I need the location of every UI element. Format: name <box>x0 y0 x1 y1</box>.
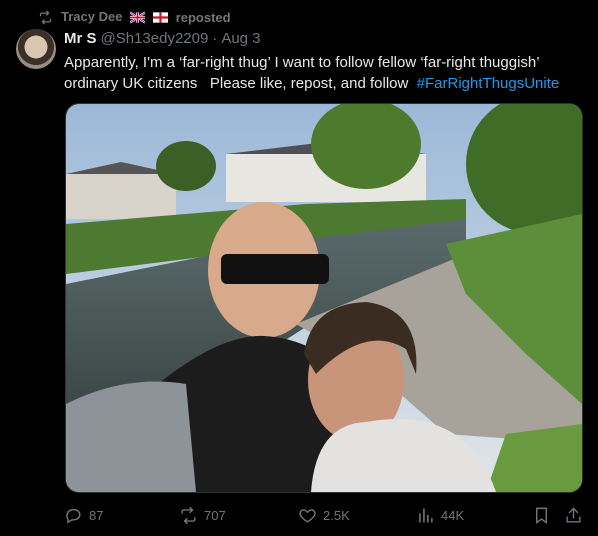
view-count: 44K <box>441 507 465 523</box>
share-button[interactable] <box>564 506 583 525</box>
repost-button[interactable]: 707 <box>179 506 226 525</box>
bookmark-icon <box>536 507 547 524</box>
uk-flag-icon <box>130 11 146 24</box>
reposter-name[interactable]: Tracy Dee <box>61 9 122 24</box>
like-button[interactable]: 2.5K <box>298 506 350 525</box>
repost-label: reposted <box>175 9 231 25</box>
hashtag-link[interactable]: #FarRightThugsUnite <box>417 75 560 92</box>
repost-icon <box>39 10 52 24</box>
selfie-photo-image <box>66 104 582 492</box>
user-handle[interactable]: @Sh13edy2209 <box>101 30 209 48</box>
repost-icon <box>181 506 196 524</box>
separator-dot: · <box>212 30 218 47</box>
reply-icon <box>66 508 81 523</box>
repost-count: 707 <box>204 507 226 523</box>
avatar[interactable] <box>16 29 56 69</box>
share-icon <box>566 507 581 523</box>
tweet-date[interactable]: Aug 3 <box>221 30 260 48</box>
display-name[interactable]: Mr S <box>64 30 97 48</box>
repost-indicator[interactable]: Tracy Dee reposted <box>38 8 231 26</box>
tweet-text: Apparently, I'm a ‘far-right thug’ I wan… <box>64 52 584 94</box>
heart-icon <box>299 508 316 523</box>
tweet-text-line-2: ordinary UK citizens Please like, repost… <box>64 75 417 92</box>
tweet-photo[interactable] <box>65 103 583 493</box>
reply-count: 87 <box>89 507 104 523</box>
bookmark-button[interactable] <box>532 506 551 525</box>
reply-button[interactable]: 87 <box>64 506 103 525</box>
england-flag-icon <box>152 12 168 23</box>
analytics-icon <box>419 507 433 523</box>
tweet-header: Mr S @Sh13edy2209 · Aug 3 <box>64 30 261 48</box>
like-count: 2.5K <box>323 507 350 523</box>
tweet-actions: 87 707 2.5K 44K <box>64 502 584 528</box>
tweet-text-line-1: Apparently, I'm a ‘far-right thug’ I wan… <box>64 54 540 71</box>
views-button[interactable]: 44K <box>416 506 464 525</box>
